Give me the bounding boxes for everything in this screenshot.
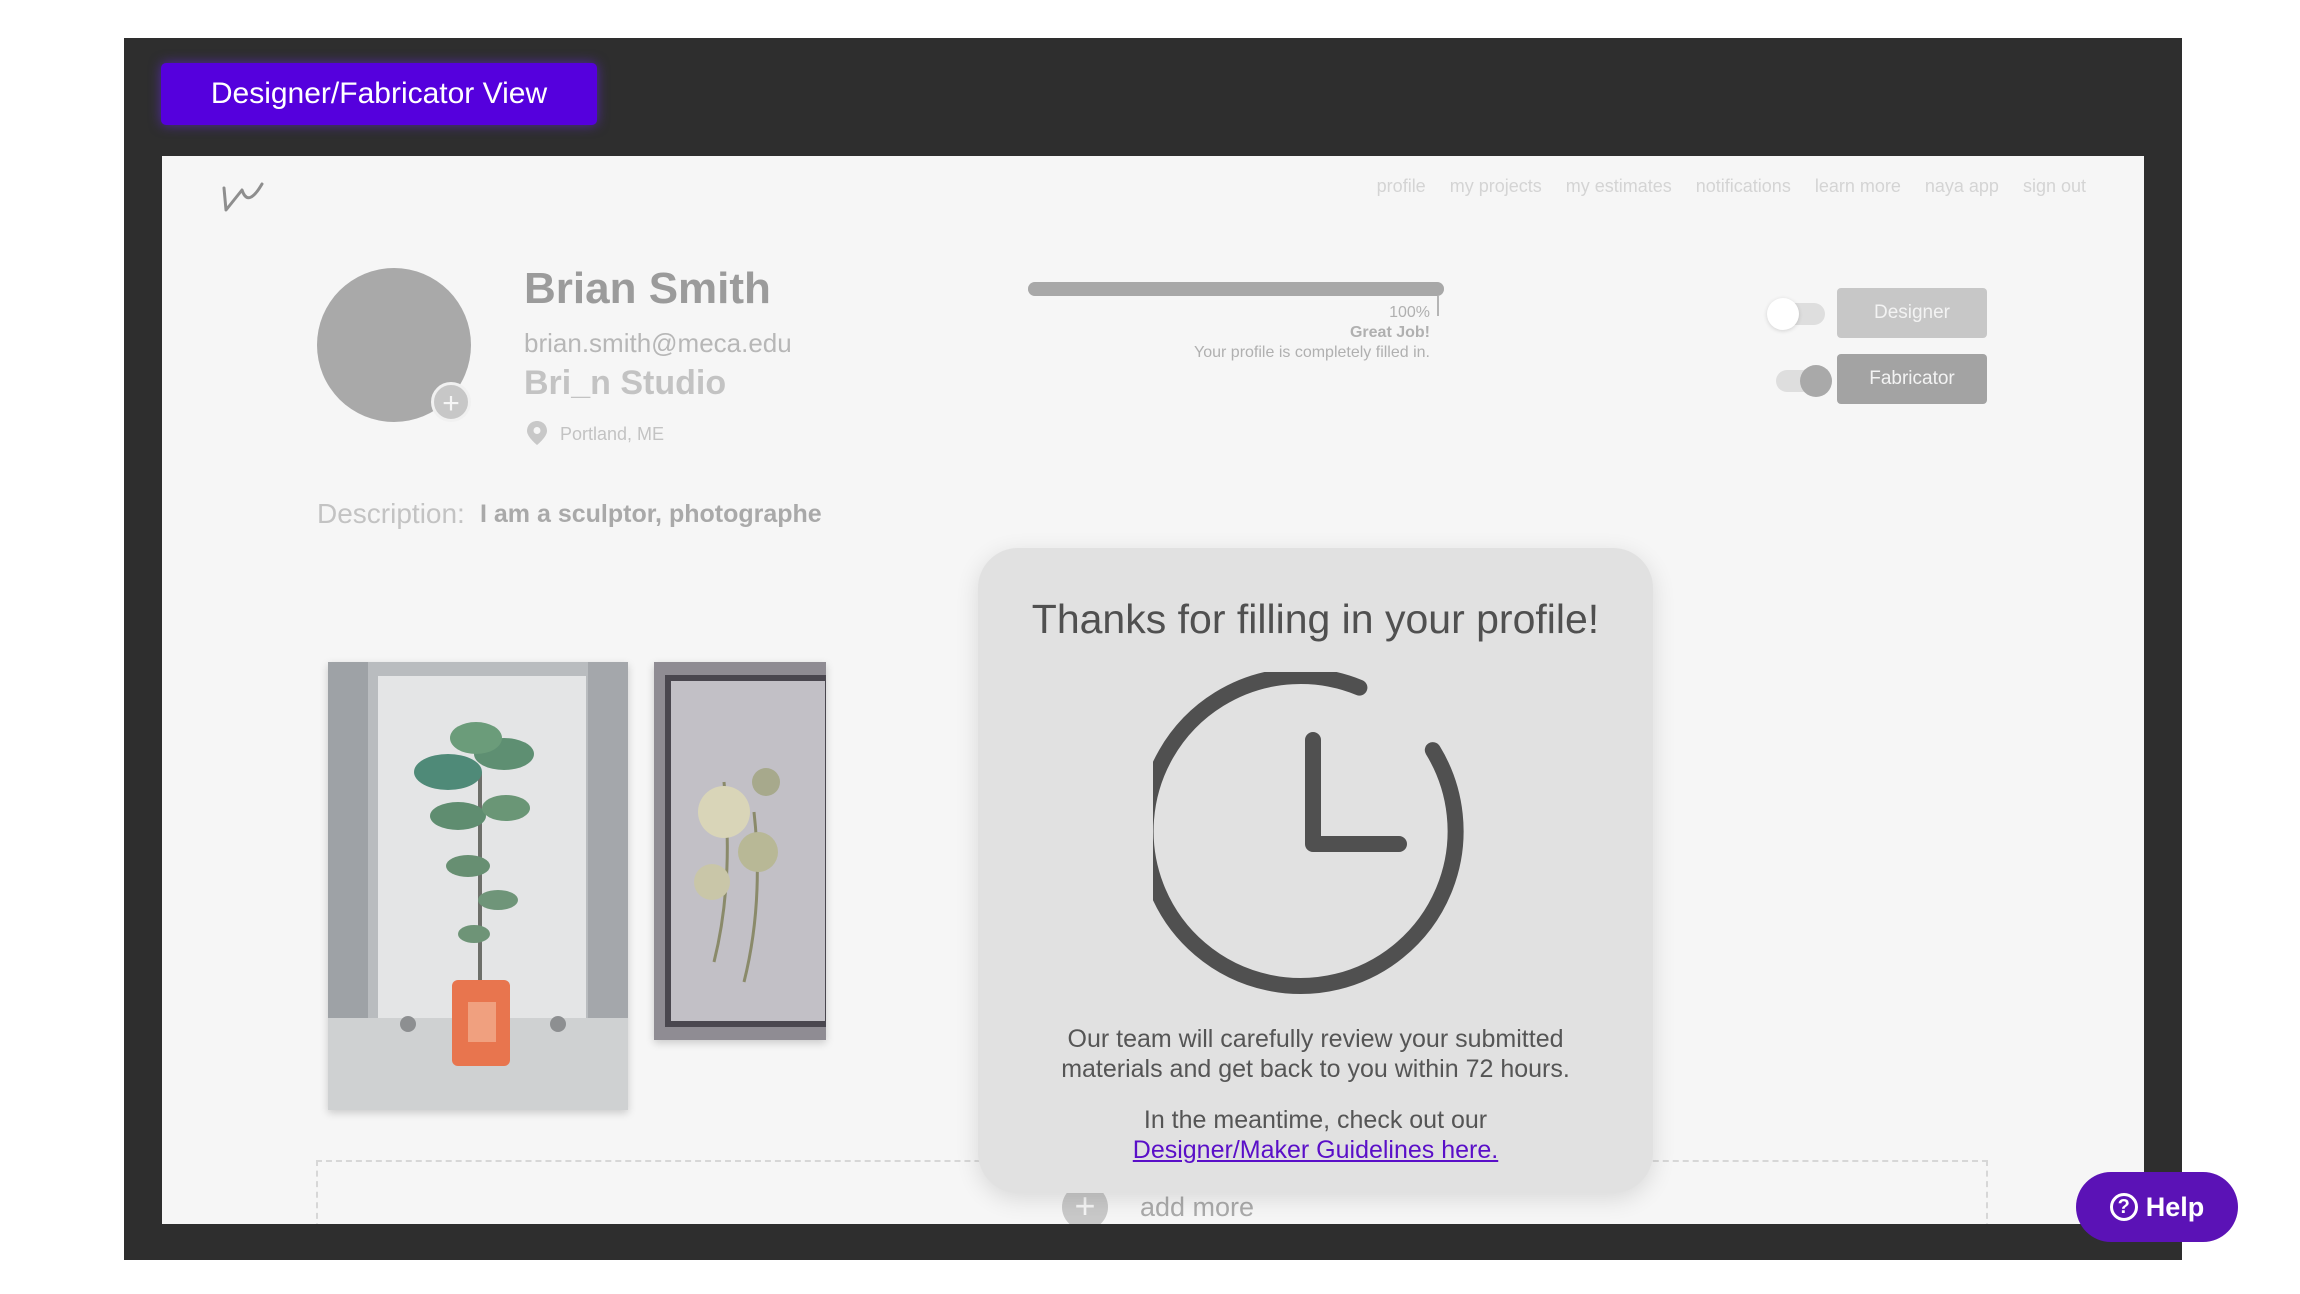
botanical-photo [654, 662, 826, 1040]
modal-body-line-2: materials and get back to you within 72 … [1061, 1055, 1570, 1083]
logo[interactable] [220, 178, 266, 218]
fabricator-button[interactable]: Fabricator [1837, 354, 1987, 404]
nav-sign-out[interactable]: sign out [2023, 176, 2086, 197]
plus-icon: + [442, 387, 460, 420]
profile-studio: Bri_n Studio [524, 364, 727, 402]
designer-toggle-knob [1767, 298, 1799, 330]
guidelines-link[interactable]: Designer/Maker Guidelines here. [978, 1136, 1653, 1165]
app-screen: profile my projects my estimates notific… [162, 156, 2144, 1224]
view-label: Designer/Fabricator View [161, 63, 597, 125]
progress-status: Great Job! [1349, 324, 1430, 341]
top-nav: profile my projects my estimates notific… [1377, 176, 2086, 197]
progress-marker [1437, 296, 1439, 316]
nav-notifications[interactable]: notifications [1696, 176, 1791, 197]
location-pin-icon [527, 421, 547, 445]
profile-location: Portland, ME [560, 424, 665, 444]
plant-photo [328, 662, 628, 1110]
description-label: Description: [317, 498, 465, 529]
modal-body-line-1: Our team will carefully review your subm… [1067, 1025, 1564, 1053]
profile-progress-fill [1028, 282, 1444, 296]
help-button[interactable]: ? Help [2076, 1172, 2238, 1242]
description-text[interactable]: I am a sculptor, photographe [480, 500, 822, 529]
nav-my-estimates[interactable]: my estimates [1566, 176, 1672, 197]
profile-name: Brian Smith [524, 264, 771, 313]
clock-icon [1153, 672, 1464, 995]
add-more-label[interactable]: add more [1140, 1192, 1254, 1223]
designer-button[interactable]: Designer [1837, 288, 1987, 338]
progress-message: Your profile is completely filled in. [1194, 344, 1430, 361]
portfolio-image-plant[interactable] [328, 662, 628, 1110]
nav-naya-app[interactable]: naya app [1925, 176, 1999, 197]
nav-profile[interactable]: profile [1377, 176, 1426, 197]
add-avatar-button[interactable]: + [431, 382, 471, 422]
help-label: Help [2145, 1191, 2205, 1222]
profile-email: brian.smith@meca.edu [524, 328, 792, 358]
modal-body: Our team will carefully review your subm… [978, 1024, 1653, 1084]
modal-title: Thanks for filling in your profile! [1031, 596, 1600, 642]
question-icon: ? [2109, 1193, 2138, 1221]
nav-my-projects[interactable]: my projects [1450, 176, 1542, 197]
presentation-frame: Designer/Fabricator View profile my proj… [124, 38, 2238, 1260]
portfolio-image-botanical[interactable] [654, 662, 826, 1040]
profile-submitted-modal: Thanks for filling in your profile! Our … [978, 548, 1653, 1193]
designer-toggle[interactable] [1767, 298, 1825, 330]
progress-percent: 100% [1389, 304, 1430, 321]
nav-learn-more[interactable]: learn more [1815, 176, 1901, 197]
fabricator-toggle[interactable] [1776, 365, 1832, 397]
fabricator-toggle-knob [1800, 365, 1832, 397]
modal-meantime: In the meantime, check out our [1143, 1106, 1488, 1134]
profile-progress-bar [1028, 282, 1444, 296]
